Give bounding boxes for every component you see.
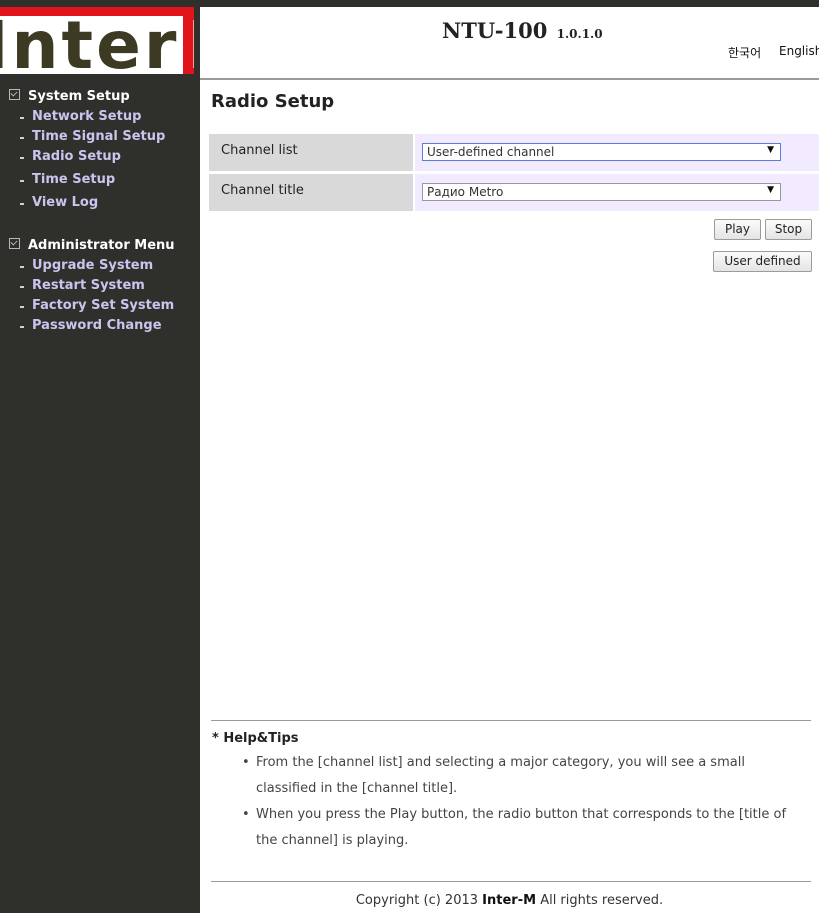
channel-list-cell: User-defined channel ▼ xyxy=(415,134,819,171)
sidebar-item-upgrade-system[interactable]: Upgrade System xyxy=(20,258,153,273)
help-tip: • From the [channel list] and selecting a… xyxy=(242,750,801,802)
bullet-icon xyxy=(20,266,24,268)
bullet-icon: • xyxy=(242,755,250,770)
sidebar-item-restart-system[interactable]: Restart System xyxy=(20,278,145,293)
inter-m-logo[interactable]: InterM xyxy=(0,7,194,74)
channel-title-label: Channel title xyxy=(209,174,413,211)
bullet-icon: • xyxy=(242,807,250,822)
stop-button[interactable]: Stop xyxy=(765,219,812,240)
bullet-icon xyxy=(20,180,24,182)
lang-english-link[interactable]: English xyxy=(779,44,819,58)
user-defined-button[interactable]: User defined xyxy=(713,251,812,272)
bullet-icon xyxy=(20,286,24,288)
footer-divider xyxy=(211,881,811,882)
logo-text: InterM xyxy=(0,16,194,74)
channel-title-select[interactable]: Радио Metro ▼ xyxy=(422,183,781,201)
bullet-icon xyxy=(20,117,24,119)
version-label: 1.0.1.0 xyxy=(556,27,603,41)
product-title: NTU-100 1.0.1.0 xyxy=(442,18,603,43)
sidebar-item-time-setup[interactable]: Time Setup xyxy=(20,172,115,187)
top-strip xyxy=(0,0,819,7)
help-tip: • When you press the Play button, the rad… xyxy=(242,802,801,854)
channel-list-select[interactable]: User-defined channel ▼ xyxy=(422,143,781,161)
help-divider xyxy=(211,720,811,721)
sidebar: InterM System Setup Network Setup Time S… xyxy=(0,7,200,913)
sidebar-item-time-signal-setup[interactable]: Time Signal Setup xyxy=(20,129,165,144)
channel-list-label: Channel list xyxy=(209,134,413,171)
sidebar-item-password-change[interactable]: Password Change xyxy=(20,318,162,333)
header-divider xyxy=(200,78,819,80)
channel-title-cell: Радио Metro ▼ xyxy=(415,174,819,211)
dropdown-arrow-icon: ▼ xyxy=(767,185,774,195)
sidebar-item-network-setup[interactable]: Network Setup xyxy=(20,109,141,124)
lang-korean-link[interactable]: 한국어 xyxy=(728,44,761,61)
checkbox-icon xyxy=(9,89,20,100)
system-setup-heading[interactable]: System Setup xyxy=(9,89,130,104)
bullet-icon xyxy=(20,326,24,328)
bullet-icon xyxy=(20,137,24,139)
bullet-icon xyxy=(20,203,24,205)
sidebar-item-radio-setup[interactable]: Radio Setup xyxy=(20,149,121,164)
administrator-menu-heading[interactable]: Administrator Menu xyxy=(9,238,175,253)
page-title: Radio Setup xyxy=(211,91,335,112)
bullet-icon xyxy=(20,306,24,308)
sidebar-item-factory-set-system[interactable]: Factory Set System xyxy=(20,298,174,313)
play-button[interactable]: Play xyxy=(714,219,761,240)
footer-copyright: Copyright (c) 2013 Inter-M All rights re… xyxy=(355,893,664,908)
help-title: * Help&Tips xyxy=(212,731,299,746)
sidebar-item-view-log[interactable]: View Log xyxy=(20,195,98,210)
checkbox-icon xyxy=(9,238,20,249)
bullet-icon xyxy=(20,157,24,159)
dropdown-arrow-icon: ▼ xyxy=(767,145,774,155)
